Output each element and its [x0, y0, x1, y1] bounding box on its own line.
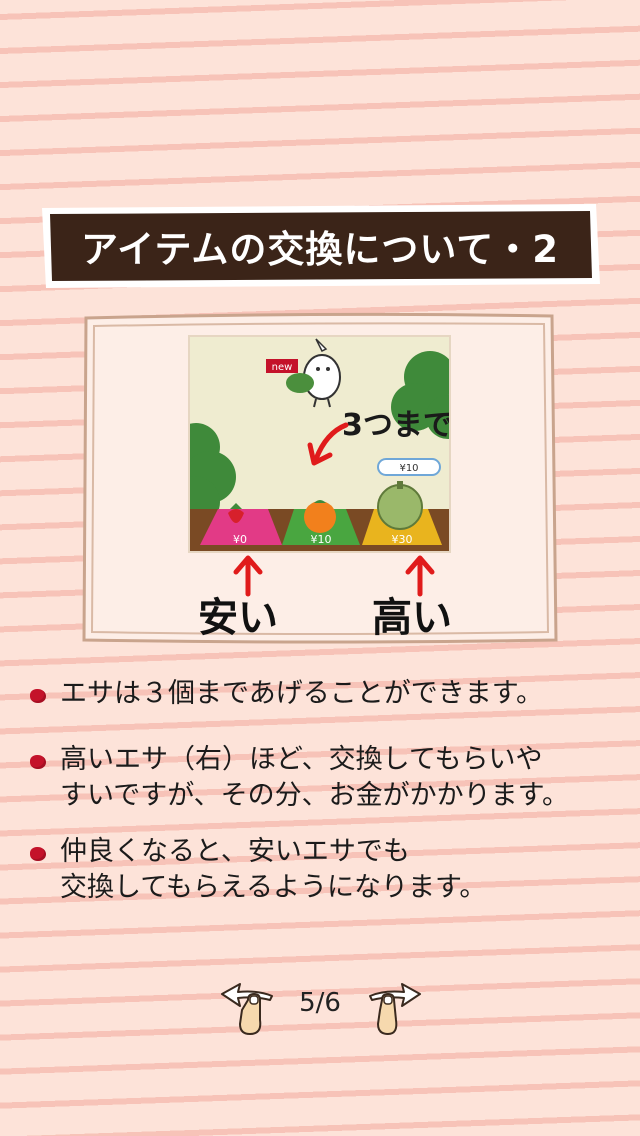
annotation-limit: 3つまで — [342, 408, 451, 443]
label-cheap: 安い — [198, 595, 278, 641]
bullet-icon — [30, 755, 46, 769]
game-screenshot: new 3つまで ¥10 ¥0 ¥10 ¥30 — [188, 335, 451, 553]
swipe-right-hand-icon — [369, 983, 421, 1036]
page-title: アイテムの交換について・2 — [81, 228, 559, 271]
page-indicator: 5/6 — [299, 988, 341, 1018]
svg-text:¥10: ¥10 — [399, 463, 418, 474]
bullet-icon — [30, 689, 46, 703]
next-page-button[interactable] — [362, 980, 424, 1038]
svg-text:¥10: ¥10 — [311, 533, 332, 546]
pager: 5/6 — [0, 980, 640, 1040]
svg-text:new: new — [272, 362, 293, 373]
new-badge: new — [266, 359, 298, 373]
svg-text:¥30: ¥30 — [392, 533, 413, 546]
label-expensive: 高い — [372, 595, 452, 641]
svg-text:¥0: ¥0 — [233, 533, 247, 546]
bullet-icon — [30, 847, 46, 861]
title-banner: アイテムの交換について・2 — [36, 200, 604, 292]
